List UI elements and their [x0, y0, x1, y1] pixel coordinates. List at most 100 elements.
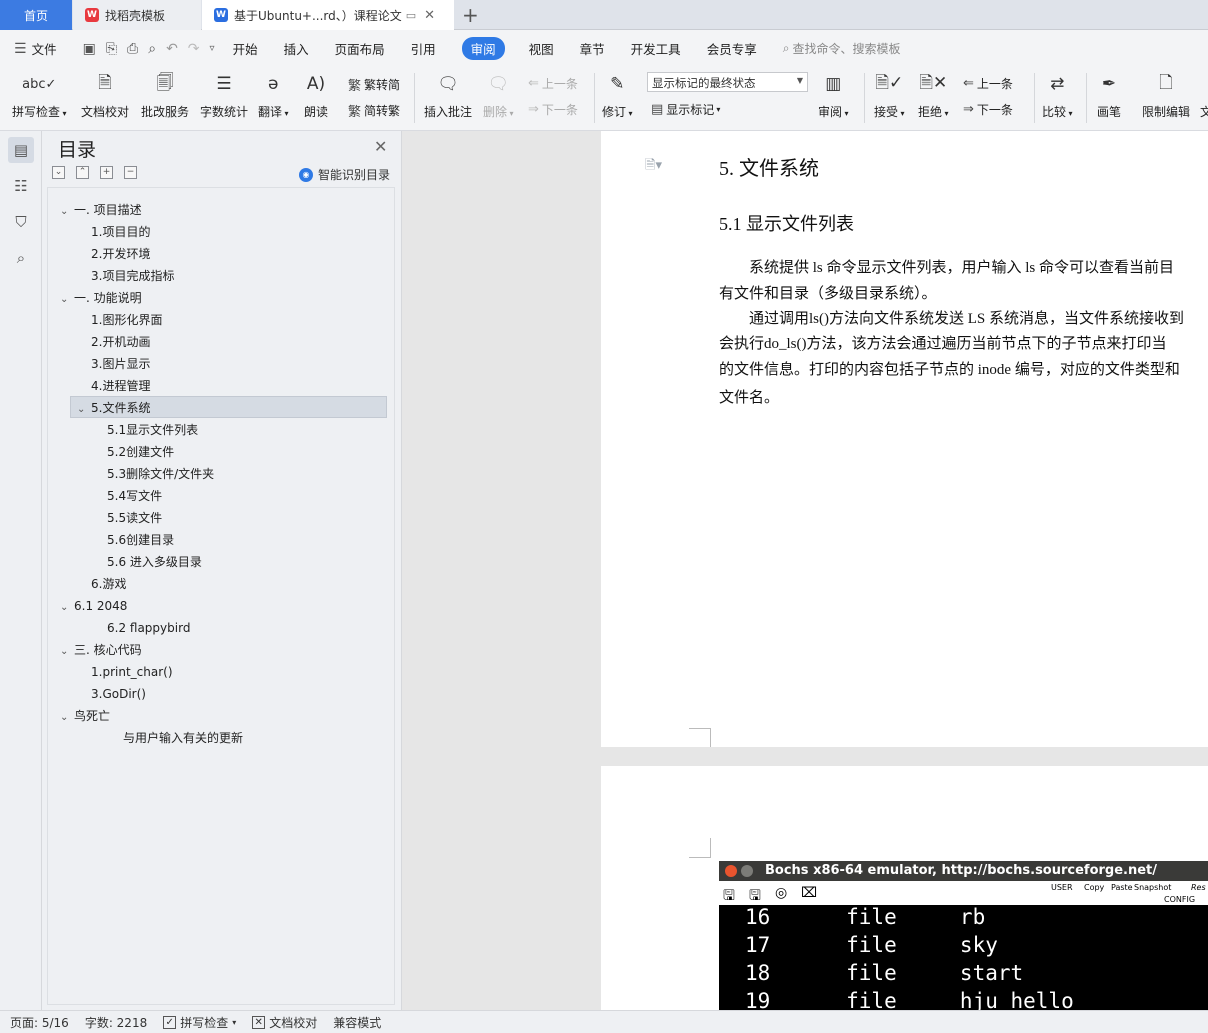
collapse-all-icon[interactable]: ⌄ — [52, 166, 65, 179]
doc-permission-button[interactable]: 文 — [1200, 69, 1208, 120]
toc-item[interactable]: 与用户输入有关的更新 — [123, 727, 243, 749]
new-tab-button[interactable]: + — [462, 3, 479, 27]
toc-item[interactable]: 5.2创建文件 — [107, 441, 174, 463]
add-heading-icon[interactable]: + — [100, 166, 113, 179]
restrict-edit-button[interactable]: 🗋 限制编辑 — [1142, 69, 1190, 120]
toc-item[interactable]: 5.4写文件 — [107, 485, 162, 507]
chevron-down-icon[interactable]: ▿ — [210, 43, 215, 54]
print-preview-icon[interactable]: ⌕ — [148, 41, 156, 57]
spellcheck-toggle[interactable]: ✓ 拼写检查 ▾ — [163, 1014, 236, 1031]
document-canvas[interactable]: 🗎▾ 5. 文件系统 5.1 显示文件列表 系统提供 ls 命令显示文件列表，用… — [402, 131, 1208, 1010]
command-search[interactable]: ⌕ 查找命令、搜索模板 — [783, 40, 901, 57]
word-count[interactable]: 字数: 2218 — [85, 1014, 147, 1031]
document-page[interactable]: Bochs x86-64 emulator, http://bochs.sour… — [601, 766, 1208, 1010]
track-changes-button[interactable]: ✎ 修订 ▾ — [602, 69, 633, 120]
pen-button[interactable]: ✒ 画笔 — [1097, 69, 1121, 120]
word-count-button[interactable]: ☰ 字数统计 — [200, 69, 248, 120]
toc-item[interactable]: 1.项目目的 — [91, 221, 150, 243]
accept-button[interactable]: 🗎✓ 接受 ▾ — [874, 69, 905, 120]
spellcheck-button[interactable]: abc✓ 拼写检查 ▾ — [12, 69, 67, 120]
delete-comment-button[interactable]: 🗨 删除 ▾ — [483, 69, 514, 120]
tab-template[interactable]: W 找稻壳模板 — [73, 0, 201, 30]
toc-item[interactable]: 4.进程管理 — [91, 375, 150, 397]
toc-item[interactable]: 5.3删除文件/文件夹 — [107, 463, 214, 485]
expand-up-icon[interactable]: ⌃ — [76, 166, 89, 179]
menu-developer[interactable]: 开发工具 — [631, 39, 681, 58]
page-indicator[interactable]: 页面: 5/16 — [10, 1014, 69, 1031]
simp-to-trad-button[interactable]: 繁简转繁 — [348, 101, 400, 120]
toc-item[interactable]: ⌄ 一. 功能说明 — [60, 287, 142, 309]
undo-icon[interactable]: ↶ — [166, 41, 178, 57]
menu-chapter[interactable]: 章节 — [580, 39, 605, 58]
toc-item[interactable]: ⌄ 6.1 2048 — [60, 595, 127, 617]
toc-item[interactable]: ⌄ 一. 项目描述 — [60, 199, 142, 221]
read-aloud-button[interactable]: A) 朗读 — [304, 69, 328, 120]
toc-item[interactable]: 3.项目完成指标 — [91, 265, 174, 287]
export-icon[interactable]: ⎘ — [106, 41, 117, 57]
reject-button[interactable]: 🗎✕ 拒绝 ▾ — [918, 69, 949, 120]
toc-item[interactable]: 5.6 进入多级目录 — [107, 551, 202, 573]
toc-item[interactable]: 6.2 flappybird — [107, 617, 190, 639]
review-pane-button[interactable]: ▥ 审阅 ▾ — [818, 69, 849, 120]
menu-start[interactable]: 开始 — [233, 39, 258, 58]
tab-home[interactable]: 首页 — [0, 0, 72, 30]
menu-page-layout[interactable]: 页面布局 — [335, 39, 385, 58]
toc-item[interactable]: 1.print_char() — [91, 661, 173, 683]
toc-item-label: 1.print_char() — [91, 665, 173, 679]
toc-item[interactable]: 3.GoDir() — [91, 683, 146, 705]
toc-item[interactable]: 3.图片显示 — [91, 353, 150, 375]
close-icon[interactable]: ✕ — [374, 137, 387, 156]
save-icon[interactable]: ▣ — [83, 41, 96, 57]
prev-comment-label: 上一条 — [541, 77, 578, 91]
floppy-b-icon: 🖫 — [749, 888, 761, 904]
remove-heading-icon[interactable]: − — [124, 166, 137, 179]
toc-item[interactable]: 5.1显示文件列表 — [107, 419, 198, 441]
compare-button[interactable]: ⇄ 比较 ▾ — [1042, 69, 1073, 120]
next-comment-button[interactable]: ⇒ 下一条 — [528, 101, 578, 118]
show-markup-button[interactable]: ▤ 显示标记 ▾ — [651, 101, 720, 118]
menu-view[interactable]: 视图 — [529, 39, 554, 58]
chapter-nav-icon[interactable]: ☷ — [8, 173, 34, 199]
paragraph-menu-icon[interactable]: 🗎▾ — [645, 156, 662, 178]
file-menu[interactable]: ☰ 文件 — [14, 39, 57, 58]
toc-item[interactable]: 6.游戏 — [91, 573, 126, 595]
lock-doc-icon: 🗋 — [1159, 72, 1173, 93]
toc-item-selected[interactable]: ⌄ 5.文件系统 — [70, 396, 387, 418]
search-icon[interactable]: ⌕ — [8, 245, 34, 271]
bookmark-icon[interactable]: ⛉ — [8, 209, 34, 235]
doc-proof-status[interactable]: ✕ 文档校对 — [252, 1014, 317, 1031]
redo-icon[interactable]: ↷ — [188, 41, 200, 57]
insert-comment-button[interactable]: 🗨 插入批注 — [424, 69, 472, 120]
close-tab-icon[interactable]: ✕ — [424, 8, 435, 23]
toc-item-label: 1.图形化界面 — [91, 313, 163, 327]
prev-comment-button[interactable]: ⇐ 上一条 — [528, 75, 578, 92]
monitor-icon[interactable]: ▭ — [406, 9, 416, 22]
tab-document[interactable]: W 基于Ubuntu+...rd、）课程论文 ▭ ✕ — [202, 0, 454, 30]
smart-toc-button[interactable]: ◉ 智能识别目录 — [299, 166, 390, 183]
toc-item[interactable]: ⌄ 鸟死亡 — [60, 705, 110, 727]
menu-member[interactable]: 会员专享 — [707, 39, 757, 58]
terminal-line: 17 file sky — [745, 933, 998, 957]
body-line: 有文件和目录（多级目录系统）。 — [719, 286, 937, 302]
print-icon[interactable]: ⎙ — [127, 41, 138, 57]
markup-state-select[interactable]: 显示标记的最终状态 ▼ — [647, 72, 808, 92]
translate-button[interactable]: ə 翻译 ▾ — [258, 69, 289, 120]
doc-proof-button[interactable]: 🗎 文档校对 — [81, 69, 129, 120]
toc-item[interactable]: 5.6创建目录 — [107, 529, 174, 551]
menu-references[interactable]: 引用 — [411, 39, 436, 58]
delete-comment-label: 删除 — [483, 105, 508, 119]
toc-item[interactable]: 2.开发环境 — [91, 243, 150, 265]
revise-service-button[interactable]: 🗐 批改服务 — [141, 69, 189, 120]
toc-item[interactable]: 2.开机动画 — [91, 331, 150, 353]
document-page[interactable]: 🗎▾ 5. 文件系统 5.1 显示文件列表 系统提供 ls 命令显示文件列表，用… — [601, 131, 1208, 747]
next-change-button[interactable]: ⇒ 下一条 — [963, 101, 1013, 118]
trad-to-simp-button[interactable]: 繁繁转简 — [348, 75, 400, 94]
menu-insert[interactable]: 插入 — [284, 39, 309, 58]
toc-item-label: 5.6 进入多级目录 — [107, 555, 202, 569]
prev-change-button[interactable]: ⇐ 上一条 — [963, 75, 1013, 92]
toc-item[interactable]: 5.5读文件 — [107, 507, 162, 529]
toc-panel-icon[interactable]: ▤ — [8, 137, 34, 163]
toc-item[interactable]: 1.图形化界面 — [91, 309, 162, 331]
menu-review[interactable]: 审阅 — [461, 37, 505, 60]
toc-item[interactable]: ⌄ 三. 核心代码 — [60, 639, 142, 661]
